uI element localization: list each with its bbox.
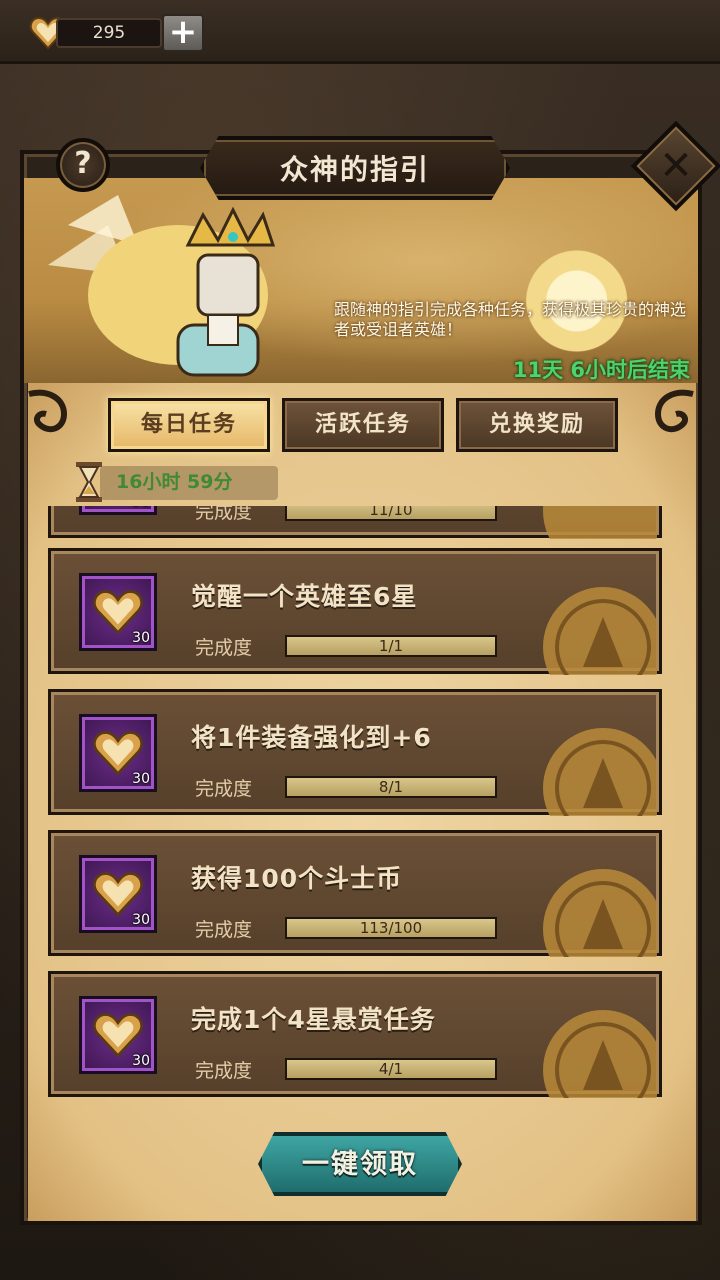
progress-text: 4/1 (378, 1060, 404, 1078)
help-button[interactable]: ? (56, 138, 110, 192)
task-row: 30 将1件装备强化到+6 完成度 8/1 (48, 689, 662, 816)
progress-text: 11/10 (369, 506, 413, 519)
progress-text: 8/1 (378, 778, 404, 796)
reward-heart-coin[interactable]: 30 (79, 714, 157, 792)
progress-label: 完成度 (195, 506, 253, 523)
task-list[interactable]: 30 完成度 11/10 30 觉醒一个英雄至6星 完成度 1/1 30 (48, 506, 668, 1102)
reward-heart-coin[interactable]: 30 (79, 573, 157, 651)
progress-bar: 8/1 (285, 776, 497, 798)
banner-description: 跟随神的指引完成各种任务，获得极其珍贵的神选者或受诅者英雄！ (334, 300, 687, 339)
progress-bar: 4/1 (285, 1058, 497, 1080)
reset-countdown: 16小时 59分 (100, 466, 278, 500)
goddess-hero-illustration (48, 195, 276, 377)
progress-label: 完成度 (195, 637, 253, 659)
event-timer: 11天 6小时后结束 (512, 358, 690, 382)
completed-seal-icon (543, 869, 657, 957)
claim-all-label[interactable]: 一键领取 (258, 1142, 462, 1181)
progress-bar: 11/10 (285, 506, 497, 521)
reward-heart-coin[interactable]: 30 (79, 855, 157, 933)
progress-label: 完成度 (195, 778, 253, 800)
completed-seal-icon (543, 1010, 657, 1098)
reward-heart-coin[interactable]: 30 (79, 506, 157, 515)
task-row: 30 完成度 11/10 (48, 506, 662, 539)
task-title: 将1件装备强化到+6 (191, 723, 432, 752)
task-row: 30 完成1个4星悬赏任务 完成度 4/1 (48, 971, 662, 1098)
reward-heart-coin[interactable]: 30 (79, 996, 157, 1074)
right-ornament-icon (654, 389, 694, 433)
top-bar: 295 + (0, 0, 720, 64)
tab-exchange-rewards[interactable]: 兑换奖励 (456, 398, 618, 452)
hourglass-icon (76, 462, 102, 502)
task-row: 30 觉醒一个英雄至6星 完成度 1/1 (48, 548, 662, 675)
progress-text: 1/1 (378, 637, 404, 655)
progress-bar: 1/1 (285, 635, 497, 657)
reward-count: 30 (132, 630, 150, 646)
reward-count: 30 (132, 912, 150, 928)
completed-seal-icon (543, 506, 657, 539)
reward-count: 30 (132, 771, 150, 787)
reward-count: 30 (132, 506, 150, 510)
tab-active-tasks[interactable]: 活跃任务 (282, 398, 444, 452)
currency-amount: 295 (56, 18, 162, 48)
close-icon[interactable]: ✕ (644, 136, 708, 196)
reward-count: 30 (132, 1053, 150, 1069)
progress-label: 完成度 (195, 919, 253, 941)
task-title: 觉醒一个英雄至6星 (191, 582, 418, 611)
progress-text: 113/100 (359, 919, 423, 937)
task-title: 获得100个斗士币 (191, 864, 403, 893)
task-title: 完成1个4星悬赏任务 (191, 1005, 436, 1034)
task-row: 30 获得100个斗士币 完成度 113/100 (48, 830, 662, 957)
completed-seal-icon (543, 587, 657, 675)
progress-label: 完成度 (195, 1060, 253, 1082)
completed-seal-icon (543, 728, 657, 816)
left-ornament-icon (28, 389, 68, 433)
add-currency-button[interactable]: + (162, 14, 204, 52)
progress-bar: 113/100 (285, 917, 497, 939)
tab-daily-tasks[interactable]: 每日任务 (108, 398, 270, 452)
dialog-title: 众神的指引 (279, 153, 430, 186)
